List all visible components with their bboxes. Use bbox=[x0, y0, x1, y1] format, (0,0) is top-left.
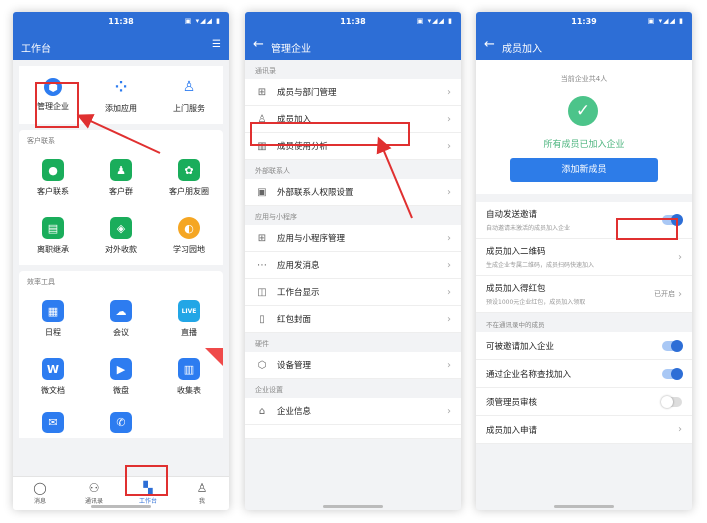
tutorial-composite: 11:38 ▣ ▾◢◢ ▮ 工作台 ☰ ⬢ 管理企业 ⁘ 添加应用 ♙ 上门服务 bbox=[0, 0, 707, 523]
arrow-to-member-join bbox=[376, 136, 413, 219]
annotation-arrows bbox=[76, 114, 413, 219]
arrow-to-manage-enterprise bbox=[76, 114, 161, 154]
